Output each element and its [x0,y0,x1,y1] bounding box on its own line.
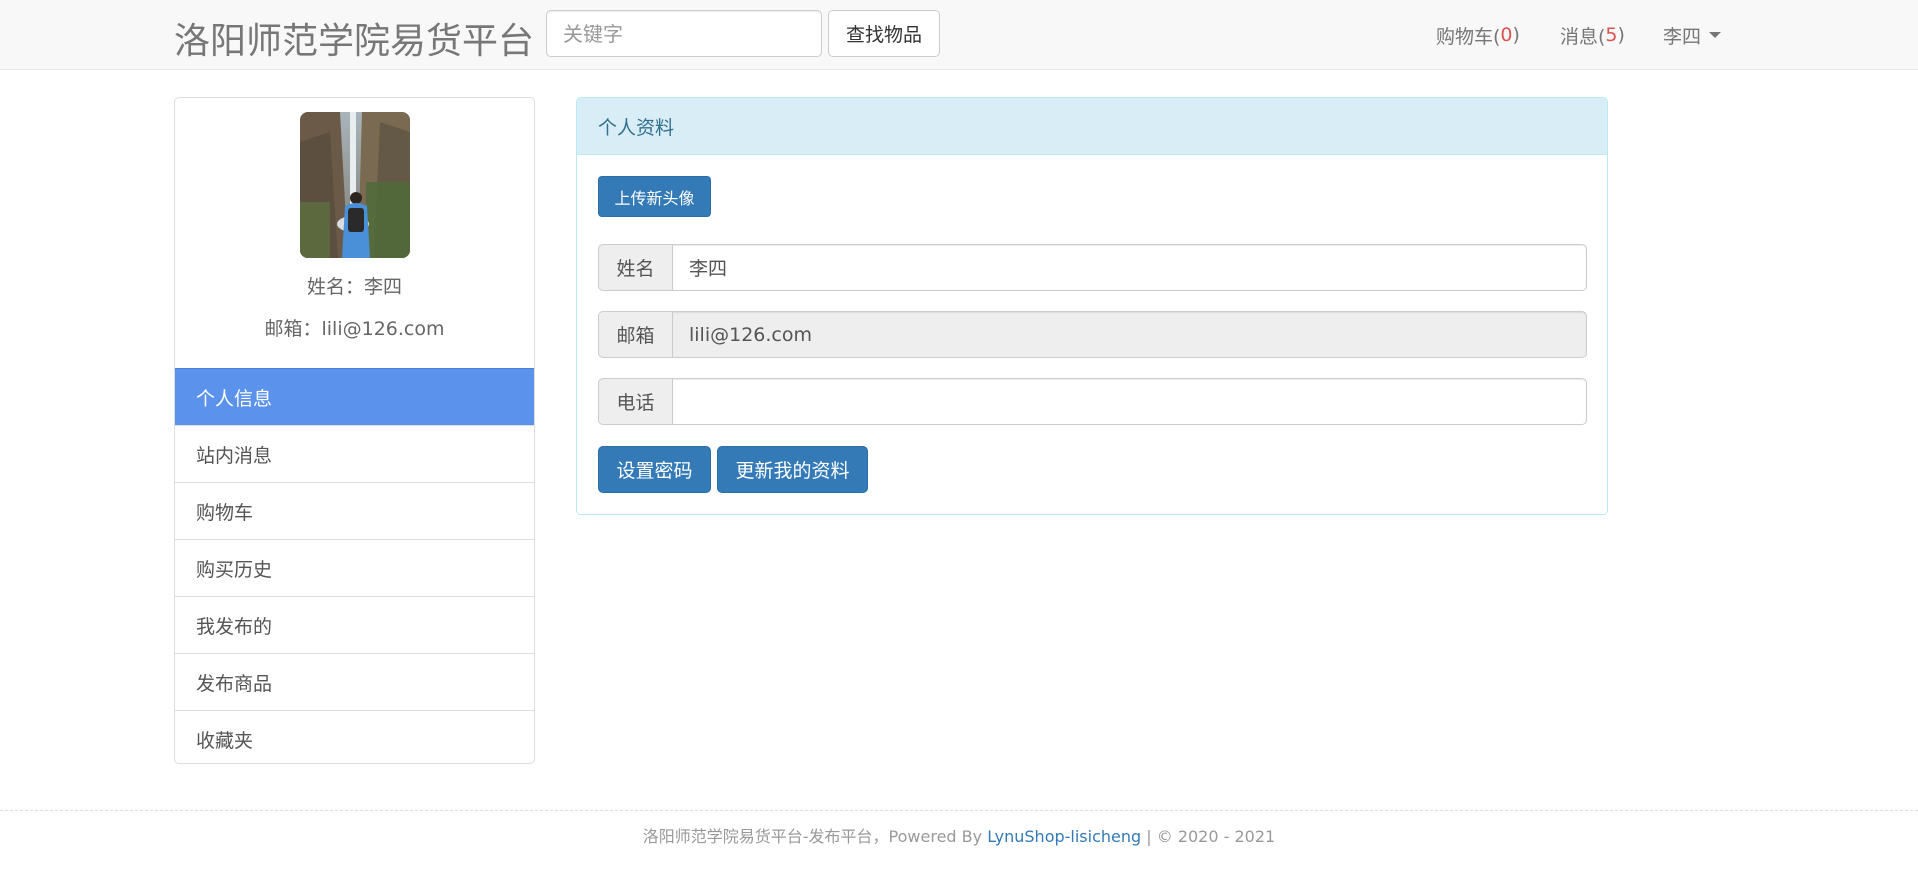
cart-count: 0 [1500,24,1513,46]
avatar-photo-icon [300,112,410,258]
sidebar-item-profile[interactable]: 个人信息 [175,368,534,425]
sidebar: 姓名：李四 邮箱：lili@126.com 个人信息 站内消息 购物车 购买历史… [174,97,535,764]
sidebar-menu: 个人信息 站内消息 购物车 购买历史 我发布的 发布商品 收藏夹 [175,368,534,763]
profile-panel: 个人资料 上传新头像 姓名 邮箱 电话 设置密码 更新我的资料 [576,97,1608,515]
email-input-group: 邮箱 [598,311,1587,358]
avatar [300,112,410,258]
site-brand[interactable]: 洛阳师范学院易货平台 [174,12,534,64]
messages-label: 消息( [1560,25,1606,48]
email-label: 邮箱 [598,311,672,358]
phone-field[interactable] [672,378,1587,425]
nav-cart-link[interactable]: 购物车(0) [1436,0,1520,70]
name-input-group: 姓名 [598,244,1587,291]
caret-down-icon [1709,32,1722,38]
set-password-button[interactable]: 设置密码 [598,446,711,493]
cart-label: 购物车( [1436,25,1501,48]
phone-input-group: 电话 [598,378,1587,425]
messages-count: 5 [1605,24,1618,46]
profile-email: 邮箱：lili@126.com [264,318,445,340]
upload-avatar-button[interactable]: 上传新头像 [598,176,711,217]
search-input[interactable] [546,10,822,57]
messages-close-paren: ) [1617,24,1625,46]
update-profile-button[interactable]: 更新我的资料 [717,446,868,493]
search-button[interactable]: 查找物品 [828,10,940,57]
phone-label: 电话 [598,378,672,425]
sidebar-item-messages[interactable]: 站内消息 [175,425,534,482]
sidebar-item-publish-product[interactable]: 发布商品 [175,653,534,710]
user-name: 李四 [1663,25,1702,48]
cart-close-paren: ) [1512,24,1520,46]
user-dropdown-toggle[interactable]: 李四 [1663,0,1722,70]
nav-messages-link[interactable]: 消息(5) [1560,0,1625,70]
name-field[interactable] [672,244,1587,291]
footer-copyright: | © 2020 - 2021 [1141,827,1276,846]
sidebar-item-cart[interactable]: 购物车 [175,482,534,539]
footer-text: 洛阳师范学院易货平台-发布平台，Powered By [642,827,988,846]
sidebar-item-favorites[interactable]: 收藏夹 [175,710,534,763]
sidebar-item-my-posts[interactable]: 我发布的 [175,596,534,653]
email-field [672,311,1587,358]
name-label: 姓名 [598,244,672,291]
top-navbar: 洛阳师范学院易货平台 查找物品 购物车(0) 消息(5) 李四 [0,0,1918,70]
footer-link[interactable]: LynuShop-lisicheng [987,827,1141,846]
panel-title: 个人资料 [577,98,1607,155]
profile-name: 姓名：李四 [306,276,402,298]
sidebar-item-purchase-history[interactable]: 购买历史 [175,539,534,596]
footer: 洛阳师范学院易货平台-发布平台，Powered By LynuShop-lisi… [0,810,1918,847]
